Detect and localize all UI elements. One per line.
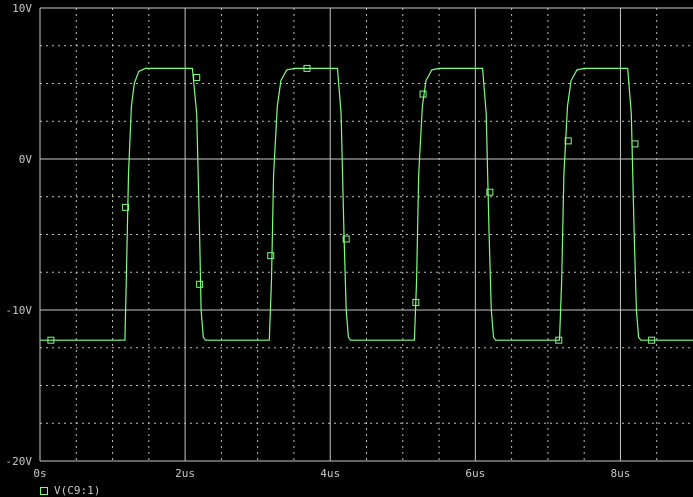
legend: V(C9:1) <box>40 484 100 497</box>
data-point-marker <box>267 252 275 260</box>
x-tick-label: 8us <box>611 467 631 480</box>
data-point-marker <box>419 90 427 98</box>
y-tick-label: 10V <box>12 2 32 15</box>
series-line <box>40 67 693 341</box>
y-axis-ticks: 10V 0V -10V -20V <box>6 2 33 468</box>
data-point-marker <box>631 140 639 148</box>
x-tick-label: 6us <box>465 467 485 480</box>
trace-layer <box>40 64 693 344</box>
data-point-marker <box>193 73 201 81</box>
x-axis-ticks: 0s 2us 4us 6us 8us <box>33 467 630 480</box>
data-point-marker <box>196 280 204 288</box>
x-tick-label: 0s <box>33 467 46 480</box>
x-tick-label: 2us <box>175 467 195 480</box>
grid <box>40 8 693 461</box>
x-tick-label: 4us <box>320 467 340 480</box>
y-tick-label: -20V <box>6 455 33 468</box>
y-tick-label: 0V <box>19 153 33 166</box>
legend-square-icon <box>40 487 48 495</box>
plot-area: 10V 0V -10V -20V 0s 2us 4us 6us 8us <box>6 2 693 480</box>
legend-label: V(C9:1) <box>54 484 101 497</box>
y-tick-label: -10V <box>6 304 33 317</box>
